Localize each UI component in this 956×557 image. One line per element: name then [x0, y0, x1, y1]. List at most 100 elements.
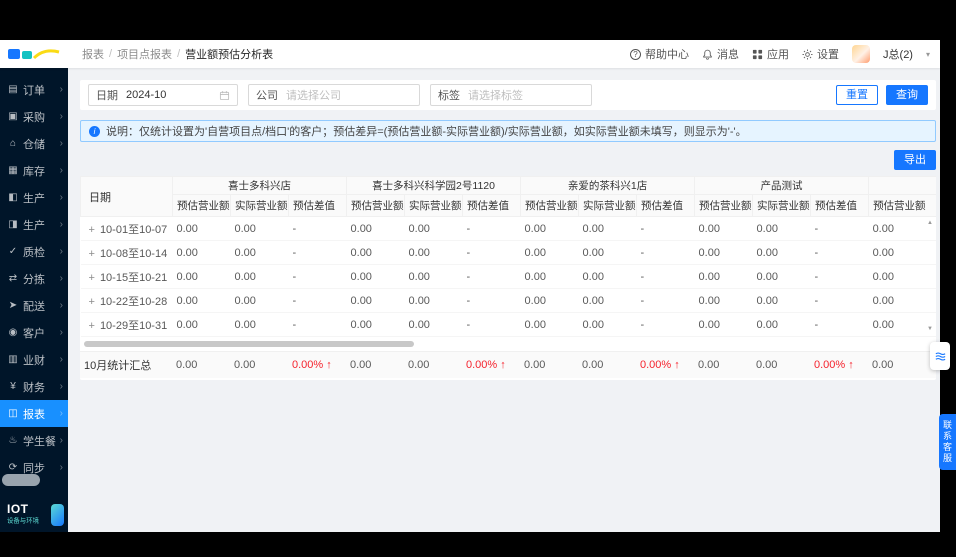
quality-icon: ✓	[8, 246, 18, 257]
expand-icon[interactable]: +	[89, 296, 95, 308]
value-cell: -	[636, 312, 695, 337]
value-cell: 0.00	[520, 288, 579, 313]
expand-icon[interactable]: +	[89, 272, 95, 284]
calendar-icon	[219, 90, 230, 100]
waves-icon	[935, 351, 945, 361]
horizontal-scrollbar[interactable]	[80, 339, 936, 349]
sync-icon: ⟳	[8, 462, 18, 473]
breadcrumb-separator: /	[177, 48, 181, 60]
chevron-right-icon: ›	[59, 273, 63, 284]
sidebar-item-label: 报表	[23, 408, 45, 421]
value-cell: 0.00	[346, 216, 405, 241]
service-widget[interactable]	[930, 342, 950, 370]
sidebar-item-delivery[interactable]: ➤ 配送 ›	[0, 292, 68, 319]
sidebar-item-production-2[interactable]: ◨ 生产 ›	[0, 211, 68, 238]
finance-icon: ¥	[10, 381, 16, 392]
date-cell: +10-15至10-21	[80, 264, 173, 289]
report-table: 日期 喜士多科兴店 喜士多科兴科学园2号1120 亲爱的茶科兴1店 产品测试 预…	[80, 176, 936, 337]
bell-icon	[703, 49, 712, 60]
group-header-2: 亲爱的茶科兴1店	[520, 176, 696, 195]
tag-filter-label: 标签	[438, 90, 460, 102]
expand-icon[interactable]: +	[89, 224, 95, 236]
breadcrumb-item-0[interactable]: 报表	[82, 46, 104, 62]
sidebar-item-student-meal[interactable]: ♨ 学生餐 ›	[0, 427, 68, 454]
sidebar-item-reports[interactable]: ◫ 报表 ›	[0, 400, 68, 427]
date-filter[interactable]: 日期 2024-10	[88, 84, 238, 106]
value-cell: -	[636, 240, 695, 265]
sidebar-item-quality[interactable]: ✓ 质检 ›	[0, 238, 68, 265]
contact-service-tab[interactable]: 联系客服	[939, 414, 956, 470]
info-banner: i 说明：仅统计设置为'自营项目点/档口'的客户；预估差异=(预估营业额-实际营…	[80, 120, 936, 142]
sidebar-item-label: 采购	[23, 111, 45, 124]
sidebar-item-biz-finance[interactable]: ▥ 业财 ›	[0, 346, 68, 373]
value-cell: 0.00	[694, 288, 753, 313]
avatar[interactable]	[852, 45, 871, 63]
user-name[interactable]: J总(2)	[883, 46, 913, 62]
sidebar-item-label: 配送	[23, 300, 45, 313]
group-header-overflow	[868, 176, 936, 195]
column-header-0-0: 预估营业额	[172, 194, 231, 217]
value-cell: 0.00	[404, 312, 463, 337]
value-cell: 0.00	[578, 216, 637, 241]
settings-link[interactable]: 设置	[802, 46, 839, 62]
summary-cell: 0.00	[230, 351, 288, 378]
notice-text: 说明：仅统计设置为'自营项目点/档口'的客户；预估差异=(预估营业额-实际营业额…	[106, 126, 747, 138]
scroll-up-arrow[interactable]: ▲	[927, 220, 933, 226]
app-window: 报表 / 项目点报表 / 营业额预估分析表 ? 帮助中心 消息 应用 设置 J总…	[0, 40, 940, 532]
summary-cell: 0.00% ↑	[288, 351, 346, 378]
iot-subtitle: 设备与环境	[7, 516, 39, 525]
expand-icon[interactable]: +	[89, 248, 95, 260]
sidebar-item-warehouse[interactable]: ⌂ 仓储 ›	[0, 130, 68, 157]
column-header-3-2: 预估差值	[810, 194, 870, 217]
report-table-card: 日期 喜士多科兴店 喜士多科兴科学园2号1120 亲爱的茶科兴1店 产品测试 预…	[80, 176, 936, 380]
sidebar-item-label: 业财	[23, 354, 45, 367]
scroll-down-arrow[interactable]: ▼	[927, 326, 933, 332]
sidebar-item-inventory[interactable]: ▦ 库存 ›	[0, 157, 68, 184]
sidebar: ▤ 订单 › ▣ 采购 › ⌂ 仓储 › ▦ 库存 › ◧ 生产 › ◨ 生产 › ✓ 质检 › ⇄ 分拣 › ➤ 配送 › ◉ 客户 ›…	[0, 68, 68, 532]
query-button[interactable]: 查询	[886, 85, 928, 105]
apps-link[interactable]: 应用	[752, 46, 789, 62]
date-range: 10-29至10-31	[99, 319, 168, 332]
value-cell: -	[636, 264, 695, 289]
value-cell: -	[462, 264, 521, 289]
column-header-0-2: 预估差值	[287, 194, 348, 217]
breadcrumb-item-1[interactable]: 项目点报表	[117, 46, 172, 62]
sidebar-scrollbar[interactable]	[2, 474, 40, 486]
table-subheader-row: 预估营业额 实际营业额 预估差值 预估营业额 实际营业额 预估差值 预估营业额 实际营业额 预估…	[81, 194, 936, 217]
app-logo[interactable]	[0, 46, 68, 62]
chevron-right-icon: ›	[59, 462, 63, 473]
summary-cell: 0.00% ↑	[636, 351, 694, 378]
logo-icon	[8, 49, 60, 60]
messages-link[interactable]: 消息	[702, 46, 739, 62]
breadcrumb: 报表 / 项目点报表 / 营业额预估分析表	[82, 46, 273, 62]
sidebar-item-finance[interactable]: ¥ 财务 ›	[0, 373, 68, 400]
value-cell: 0.00	[520, 264, 579, 289]
value-cell: -	[810, 264, 869, 289]
sidebar-item-sorting[interactable]: ⇄ 分拣 ›	[0, 265, 68, 292]
chevron-right-icon: ›	[59, 165, 63, 176]
value-cell: -	[462, 240, 521, 265]
reset-button[interactable]: 重置	[836, 85, 878, 105]
sidebar-item-production-1[interactable]: ◧ 生产 ›	[0, 184, 68, 211]
sidebar-item-label: 客户	[23, 327, 45, 340]
company-filter[interactable]: 公司 请选择公司	[248, 84, 420, 106]
value-cell: 0.00	[752, 288, 811, 313]
info-icon: i	[89, 125, 100, 137]
value-cell: 0.00	[230, 240, 289, 265]
tag-filter[interactable]: 标签 请选择标签	[430, 84, 592, 106]
table-row-1: +10-08至10-14 0.00 0.00-0.00 0.00-0.00 0.00-0…	[80, 240, 936, 265]
value-cell: -	[810, 216, 869, 241]
expand-icon[interactable]: +	[89, 320, 95, 332]
breadcrumb-item-2: 营业额预估分析表	[185, 49, 274, 61]
export-button[interactable]: 导出	[894, 150, 936, 170]
chevron-right-icon: ›	[59, 408, 63, 419]
value-cell: -	[810, 312, 869, 337]
sidebar-item-customer[interactable]: ◉ 客户 ›	[0, 319, 68, 346]
scrollbar-thumb[interactable]	[84, 341, 414, 347]
sidebar-item-label: 库存	[23, 165, 45, 178]
sidebar-item-purchase[interactable]: ▣ 采购 ›	[0, 103, 68, 130]
help-center-link[interactable]: ? 帮助中心	[630, 46, 689, 62]
sidebar-item-orders[interactable]: ▤ 订单 ›	[0, 76, 68, 103]
value-cell: 0.00	[172, 240, 231, 265]
help-label: 帮助中心	[645, 49, 690, 61]
